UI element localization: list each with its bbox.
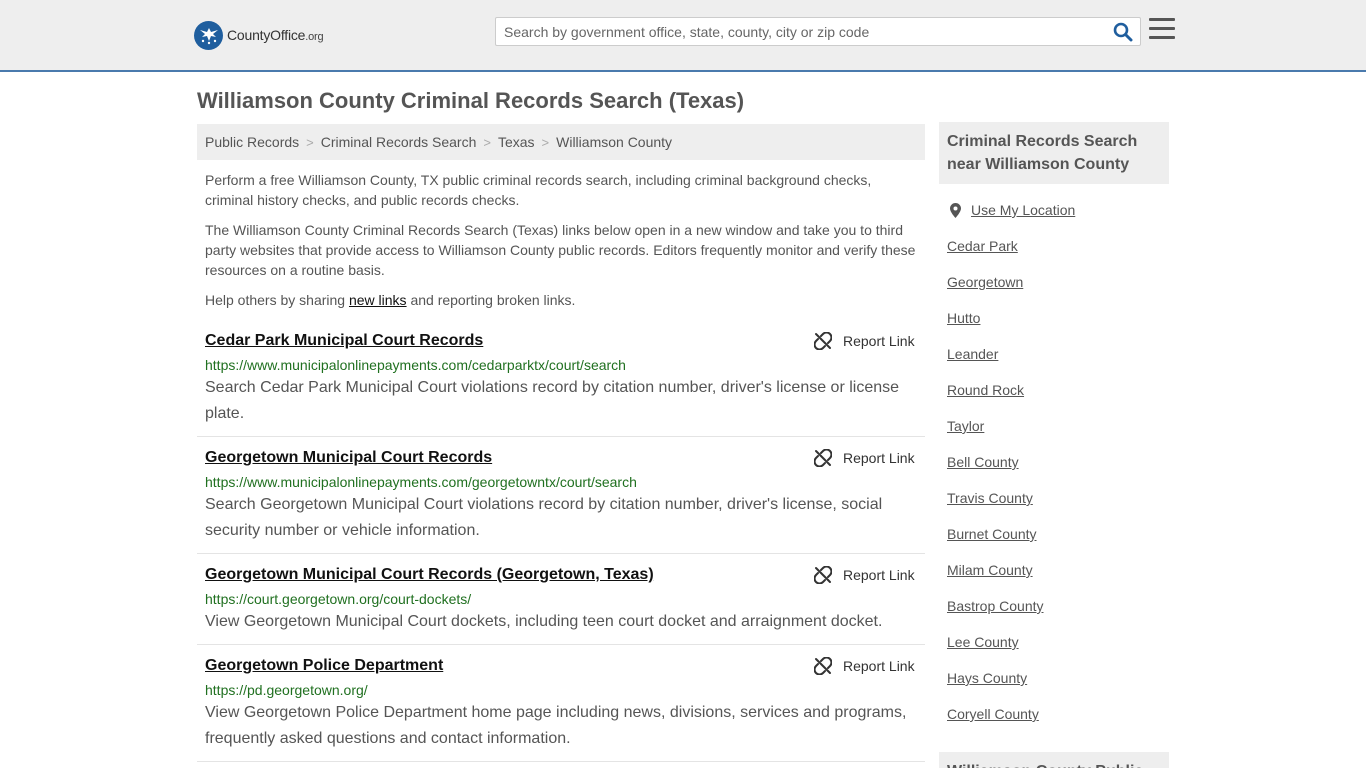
search-bar <box>495 17 1141 46</box>
sidebar-item-bastrop-county[interactable]: Bastrop County <box>947 598 1044 614</box>
sidebar-item-round-rock[interactable]: Round Rock <box>947 382 1024 398</box>
record-title-link[interactable]: Georgetown Police Department <box>205 657 443 675</box>
site-logo[interactable]: CountyOffice.org <box>194 20 324 50</box>
record-url: https://pd.georgetown.org/ <box>205 682 368 698</box>
sidebar-item-coryell-county[interactable]: Coryell County <box>947 706 1039 722</box>
record-title-link[interactable]: Cedar Park Municipal Court Records <box>205 332 483 350</box>
broken-link-icon <box>814 657 832 675</box>
breadcrumb-williamson-county: Williamson County <box>556 134 673 150</box>
sidebar-item-milam-county[interactable]: Milam County <box>947 562 1033 578</box>
sidebar-heading: Criminal Records Search near Williamson … <box>939 122 1169 184</box>
report-link-label: Report Link <box>843 333 915 349</box>
sidebar-item-hutto[interactable]: Hutto <box>947 310 980 326</box>
record-description: View Georgetown Municipal Court dockets,… <box>205 613 883 630</box>
intro-paragraph: Perform a free Williamson County, TX pub… <box>205 172 872 208</box>
site-header: CountyOffice.org <box>0 0 1366 72</box>
share-paragraph: Help others by sharing new links and rep… <box>205 290 919 310</box>
sidebar-item-taylor[interactable]: Taylor <box>947 418 984 434</box>
broken-link-icon <box>814 332 832 350</box>
record-url: https://court.georgetown.org/court-docke… <box>205 591 472 607</box>
report-link-label: Report Link <box>843 658 915 674</box>
record-description: View Georgetown Police Department home p… <box>205 704 907 747</box>
report-link-label: Report Link <box>843 450 915 466</box>
use-my-location-label: Use My Location <box>971 202 1076 218</box>
report-link-button[interactable]: Report Link <box>814 449 915 467</box>
search-button[interactable] <box>1112 22 1134 42</box>
logo-wordmark: CountyOffice.org <box>227 27 324 43</box>
record-item: Georgetown Municipal Court Records Repor… <box>197 437 925 554</box>
sidebar-item-hays-county[interactable]: Hays County <box>947 670 1027 686</box>
report-link-button[interactable]: Report Link <box>814 566 915 584</box>
breadcrumb-criminal-records-search[interactable]: Criminal Records Search <box>321 134 477 150</box>
record-title-link[interactable]: Georgetown Municipal Court Records (Geor… <box>205 566 654 584</box>
broken-link-icon <box>814 566 832 584</box>
sidebar-item-bell-county[interactable]: Bell County <box>947 454 1019 470</box>
record-title-link[interactable]: Georgetown Municipal Court Records <box>205 449 492 467</box>
record-description: Search Cedar Park Municipal Court violat… <box>205 379 900 422</box>
search-icon <box>1113 22 1133 42</box>
search-input[interactable] <box>496 18 1106 45</box>
sidebar-item-travis-county[interactable]: Travis County <box>947 490 1033 506</box>
breadcrumb: Public Records > Criminal Records Search… <box>197 124 925 160</box>
record-url: https://www.municipalonlinepayments.com/… <box>205 474 637 490</box>
breadcrumb-public-records[interactable]: Public Records <box>205 134 299 150</box>
sidebar-item-lee-county[interactable]: Lee County <box>947 634 1019 650</box>
report-link-button[interactable]: Report Link <box>814 332 915 350</box>
eagle-seal-icon <box>194 20 223 50</box>
breadcrumb-separator-icon: > <box>483 134 491 150</box>
record-item: Cedar Park Municipal Court Records Repor… <box>197 320 925 437</box>
page-title: Williamson County Criminal Records Searc… <box>197 88 745 113</box>
record-url: https://www.municipalonlinepayments.com/… <box>205 357 626 373</box>
record-item: Georgetown Municipal Court Records (Geor… <box>197 554 925 645</box>
sidebar-heading-public-records: Williamson County Public <box>939 752 1169 768</box>
sidebar-item-leander[interactable]: Leander <box>947 346 998 362</box>
breadcrumb-texas[interactable]: Texas <box>498 134 535 150</box>
report-link-label: Report Link <box>843 567 915 583</box>
broken-link-icon <box>814 449 832 467</box>
share-text: Help others by sharing <box>205 292 349 308</box>
breadcrumb-separator-icon: > <box>306 134 314 150</box>
share-text-end: and reporting broken links. <box>406 292 576 308</box>
record-description: Search Georgetown Municipal Court violat… <box>205 496 883 539</box>
breadcrumb-separator-icon: > <box>541 134 550 150</box>
record-item: Georgetown Police Department Report Link… <box>197 645 925 762</box>
new-links-link[interactable]: new links <box>349 292 407 308</box>
report-link-button[interactable]: Report Link <box>814 657 915 675</box>
use-my-location-link[interactable]: Use My Location <box>947 202 1075 218</box>
sidebar-item-cedar-park[interactable]: Cedar Park <box>947 238 1018 254</box>
map-pin-icon <box>950 202 961 218</box>
sidebar-item-georgetown[interactable]: Georgetown <box>947 274 1023 290</box>
sidebar-item-burnet-county[interactable]: Burnet County <box>947 526 1037 542</box>
hamburger-menu-icon[interactable] <box>1149 18 1175 42</box>
disclaimer-paragraph: The Williamson County Criminal Records S… <box>205 222 916 278</box>
